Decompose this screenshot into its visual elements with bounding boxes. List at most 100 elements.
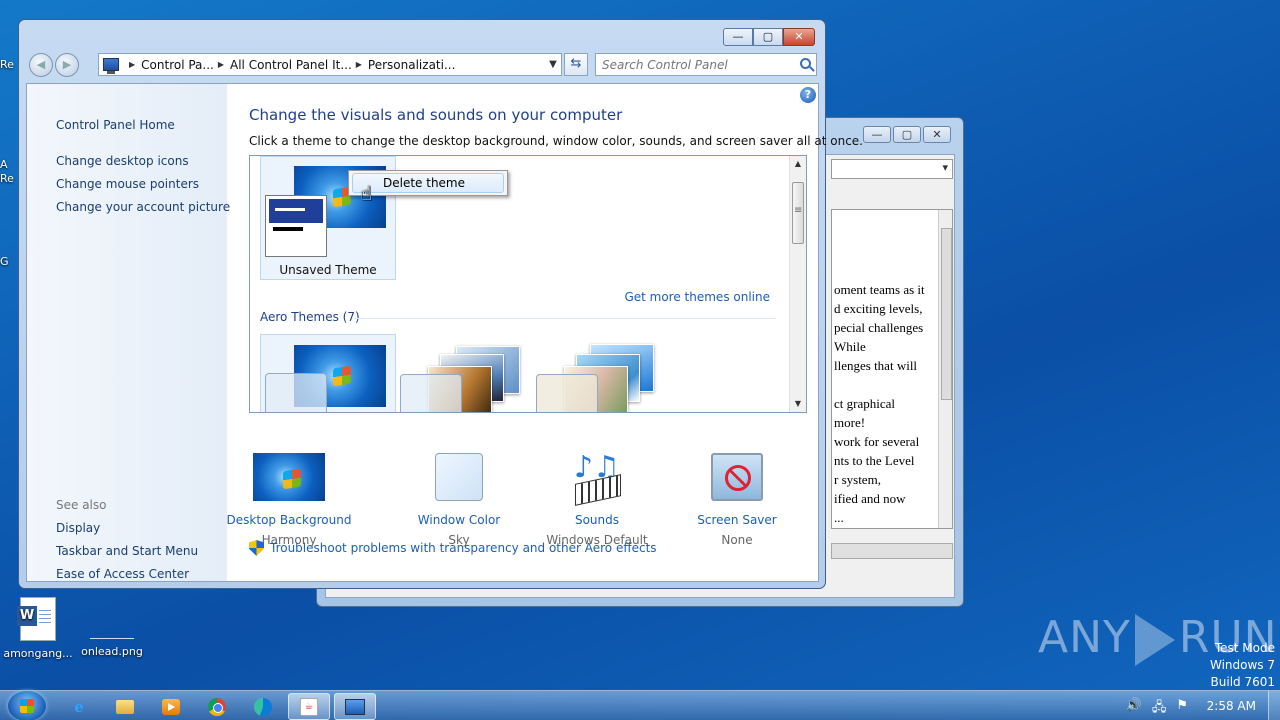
sounds-link[interactable]: Sounds	[527, 513, 667, 527]
maximize-button[interactable]: ▢	[893, 126, 921, 143]
search-icon[interactable]	[800, 58, 811, 69]
windows-version-line: Windows 7	[1209, 658, 1275, 672]
system-clock[interactable]: 2:58 AM	[1207, 699, 1256, 713]
forward-button[interactable]: ▶	[55, 53, 79, 77]
scroll-up-icon[interactable]: ▲	[790, 156, 806, 172]
desktop-icon-fragment[interactable]: Re	[0, 58, 18, 71]
internet-explorer-icon: e	[74, 697, 84, 716]
window-color-item[interactable]: Window Color Sky	[389, 453, 529, 547]
document-text-area[interactable]: oment teams as it d exciting levels, pecia…	[831, 209, 953, 529]
show-desktop-button[interactable]	[1268, 691, 1280, 720]
taskbar-internet-explorer[interactable]: e	[58, 693, 100, 720]
horizontal-scrollbar[interactable]	[831, 543, 953, 559]
folder-icon	[116, 699, 134, 714]
help-icon[interactable]: ?	[800, 87, 816, 103]
taskbar-media-player[interactable]	[150, 693, 192, 720]
document-scrollbar[interactable]	[938, 210, 952, 528]
document-line: pecial challenges	[834, 320, 924, 335]
desktop-icon-fragment[interactable]: Re	[0, 172, 18, 185]
troubleshoot-row[interactable]: Troubleshoot problems with transparency …	[249, 540, 657, 556]
back-button[interactable]: ◀	[29, 53, 53, 77]
desktop-icon-png-file[interactable]: onlead.png	[72, 597, 152, 658]
background-dropdown[interactable]	[831, 159, 953, 179]
control-panel-icon	[345, 698, 365, 715]
refresh-button[interactable]: ⇆	[564, 53, 588, 76]
window-color-preview	[265, 373, 327, 412]
taskbar-explorer[interactable]	[104, 693, 146, 720]
taskbar-start-menu-link[interactable]: Taskbar and Start Menu	[56, 544, 198, 558]
see-also-heading: See also	[56, 498, 107, 512]
change-account-picture-link[interactable]: Change your account picture	[56, 200, 230, 214]
desktop-background-icon	[253, 453, 325, 501]
screen-saver-item[interactable]: Screen Saver None	[667, 453, 807, 547]
display-link[interactable]: Display	[56, 521, 100, 535]
breadcrumb-personalization[interactable]: Personalizati...	[368, 58, 455, 72]
ease-of-access-link[interactable]: Ease of Access Center	[56, 567, 189, 581]
test-mode-notice: Test Mode Windows 7 Build 7601	[1210, 640, 1275, 691]
taskbar: e ☕ 🔊 🖧 ⚑ 2:58 AM	[0, 690, 1280, 720]
change-mouse-pointers-link[interactable]: Change mouse pointers	[56, 177, 199, 191]
breadcrumb-arrow-icon[interactable]: ▶	[356, 60, 362, 69]
desktop-icon-fragment[interactable]: A	[0, 158, 18, 171]
notification-area: 🔊 🖧 ⚑	[1126, 698, 1188, 720]
window-color-link[interactable]: Window Color	[389, 513, 529, 527]
troubleshoot-link[interactable]: Troubleshoot problems with transparency …	[270, 541, 657, 555]
breadcrumb-all-items[interactable]: All Control Panel It...	[230, 58, 352, 72]
close-button[interactable]: ✕	[923, 126, 951, 143]
search-input[interactable]	[602, 55, 798, 75]
desktop-icon-word-document[interactable]: amongang...	[0, 597, 78, 660]
scroll-down-icon[interactable]: ▼	[790, 396, 806, 412]
desktop-background-item[interactable]: Desktop Background Harmony	[219, 453, 359, 547]
window-color-preview	[265, 195, 327, 257]
breadcrumb-arrow-icon[interactable]: ▶	[129, 60, 135, 69]
taskbar-java[interactable]: ☕	[288, 693, 330, 720]
maximize-button[interactable]: ▢	[753, 28, 783, 46]
document-line: ified and now	[834, 491, 906, 506]
desktop-icon-label: onlead.png	[81, 645, 143, 658]
taskbar-chrome[interactable]	[196, 693, 238, 720]
address-bar[interactable]: ▶ Control Pa... ▶ All Control Panel It..…	[98, 53, 562, 76]
shield-icon	[249, 540, 264, 556]
screen-saver-value: None	[721, 533, 753, 547]
taskbar-edge[interactable]	[242, 693, 284, 720]
desktop-background-link[interactable]: Desktop Background	[219, 513, 359, 527]
desktop-icon-label: amongang...	[3, 647, 73, 660]
close-button[interactable]: ✕	[783, 28, 815, 46]
screen-saver-icon	[711, 453, 763, 501]
screen-saver-link[interactable]: Screen Saver	[667, 513, 807, 527]
address-dropdown-icon[interactable]: ▼	[545, 59, 561, 70]
delete-theme-menu-item[interactable]: Delete theme	[352, 173, 504, 193]
start-button[interactable]	[8, 691, 46, 720]
minimize-button[interactable]: —	[723, 28, 753, 46]
caption-buttons: — ▢ ✕	[723, 28, 815, 46]
minimize-button[interactable]: —	[863, 126, 891, 143]
theme-tile-nature[interactable]	[536, 338, 666, 412]
taskbar-control-panel[interactable]	[334, 693, 376, 720]
chrome-icon	[208, 697, 226, 716]
theme-label: Unsaved Theme	[279, 263, 377, 277]
control-panel-home-link[interactable]: Control Panel Home	[56, 118, 175, 132]
sounds-item[interactable]: ♪♫ Sounds Windows Default	[527, 453, 667, 548]
theme-list-scrollbar[interactable]: ▲ ▼	[789, 156, 806, 412]
theme-list[interactable]: Unsaved Theme Get more themes online Aer…	[249, 155, 807, 413]
document-line: r system,	[834, 472, 881, 487]
action-center-flag-icon[interactable]: ⚑	[1176, 698, 1188, 720]
desktop-icon-fragment[interactable]: G	[0, 255, 18, 268]
theme-tile-windows7[interactable]	[260, 334, 396, 412]
theme-tile-architecture[interactable]	[400, 338, 530, 412]
document-line: ...	[834, 510, 844, 525]
image-file-icon	[90, 609, 134, 639]
window-content: Control Panel Home Change desktop icons …	[26, 83, 863, 582]
network-icon[interactable]: 🖧	[1152, 698, 1167, 720]
main-pane: ? Change the visuals and sounds on your …	[227, 84, 863, 581]
scrollbar-thumb[interactable]	[792, 182, 804, 244]
breadcrumb-arrow-icon[interactable]: ▶	[218, 60, 224, 69]
change-desktop-icons-link[interactable]: Change desktop icons	[56, 154, 189, 168]
personalization-window[interactable]: — ▢ ✕ ◀ ▶ ▶ Control Pa... ▶ All Control …	[18, 19, 863, 589]
breadcrumb-control-panel[interactable]: Control Pa...	[141, 58, 214, 72]
get-more-themes-link[interactable]: Get more themes online	[624, 290, 770, 304]
search-box[interactable]	[595, 53, 817, 76]
volume-icon[interactable]: 🔊	[1126, 698, 1142, 720]
hand-cursor-icon: ☝	[360, 181, 373, 205]
build-line: Build 7601	[1210, 675, 1275, 689]
